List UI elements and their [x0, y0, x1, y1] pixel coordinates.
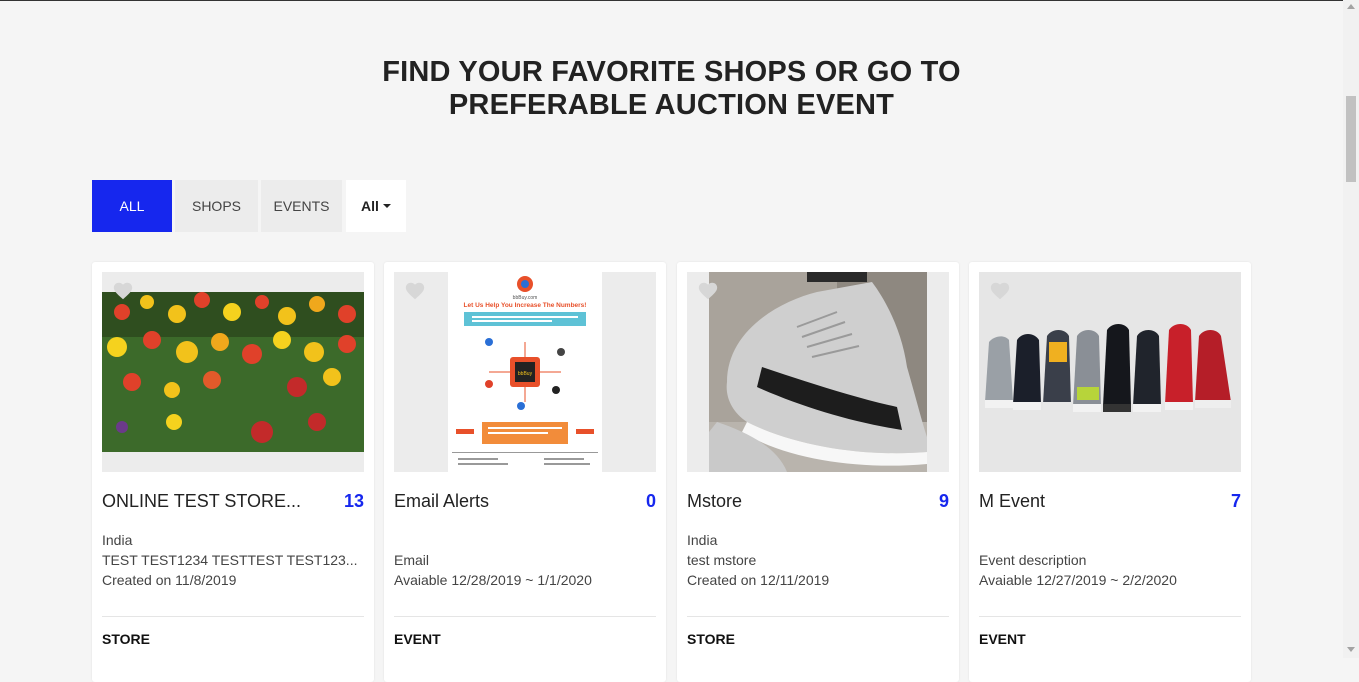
- scrollbar-thumb[interactable]: [1346, 96, 1356, 182]
- caret-down-icon: [382, 204, 391, 208]
- flyer-site: bbBuy.com: [513, 295, 538, 301]
- card-divider: [979, 616, 1241, 617]
- flyer-center: bbBuy: [518, 371, 533, 377]
- card-image[interactable]: [687, 272, 949, 472]
- scroll-down-arrow-icon[interactable]: [1347, 647, 1355, 652]
- card-image[interactable]: [102, 272, 364, 472]
- card-count: 13: [343, 491, 364, 511]
- card-type: EVENT: [979, 631, 1026, 647]
- card-count: 9: [938, 491, 949, 511]
- card-divider: [102, 616, 364, 617]
- card-meta-line-1: [394, 530, 592, 550]
- category-dropdown[interactable]: All: [346, 180, 406, 232]
- card-meta-line-2: TEST TEST1234 TESTTEST TEST123...: [102, 552, 358, 568]
- card-meta-line-2: Event description: [979, 552, 1087, 568]
- card-meta-line-1: India: [102, 532, 133, 548]
- card-divider: [394, 616, 656, 617]
- category-dropdown-value: All: [361, 198, 379, 214]
- card-meta-line-1: India: [687, 532, 718, 548]
- card-email-alerts[interactable]: bbBuy.com Let Us Help You Increase The N…: [384, 262, 666, 682]
- flyer-image: bbBuy.com Let Us Help You Increase The N…: [394, 272, 656, 472]
- vertical-scrollbar[interactable]: [1343, 0, 1359, 658]
- card-image[interactable]: [979, 272, 1241, 472]
- card-count: 7: [1230, 491, 1241, 511]
- page-title-line-2: PREFERABLE AUCTION EVENT: [448, 89, 895, 121]
- page-title-line-1: FIND YOUR FAVORITE SHOPS OR GO TO: [382, 56, 961, 88]
- card-meta: Email Avaiable 12/28/2019 ~ 1/1/2020: [394, 530, 592, 590]
- card-meta-line-3: Created on 11/8/2019: [102, 572, 237, 588]
- card-type: EVENT: [394, 631, 441, 647]
- heart-icon[interactable]: [697, 280, 719, 302]
- card-meta-line-2: test mstore: [687, 552, 757, 568]
- page: FIND YOUR FAVORITE SHOPS OR GO TO PREFER…: [0, 0, 1343, 682]
- card-m-event[interactable]: M Event 7 Event description Avaiable 12/…: [969, 262, 1251, 682]
- filter-shops-button[interactable]: SHOPS: [175, 180, 258, 232]
- page-title: FIND YOUR FAVORITE SHOPS OR GO TO PREFER…: [0, 56, 1343, 122]
- sneakers-row-image: [979, 272, 1241, 472]
- card-type: STORE: [687, 631, 735, 647]
- card-image[interactable]: bbBuy.com Let Us Help You Increase The N…: [394, 272, 656, 472]
- card-meta-line-2: Email: [394, 552, 430, 568]
- card-title[interactable]: Email Alerts: [394, 491, 614, 512]
- card-meta: India TEST TEST1234 TESTTEST TEST123... …: [102, 530, 357, 590]
- flyer-headline: Let Us Help You Increase The Numbers!: [464, 302, 587, 309]
- heart-icon[interactable]: [112, 280, 134, 302]
- filter-all-button[interactable]: ALL: [92, 180, 172, 232]
- card-online-test-store[interactable]: ONLINE TEST STORE... 13 India TEST TEST1…: [92, 262, 374, 682]
- card-title[interactable]: M Event: [979, 491, 1199, 512]
- flowers-image: [102, 272, 364, 472]
- scroll-up-arrow-icon[interactable]: [1347, 4, 1355, 9]
- card-mstore[interactable]: Mstore 9 India test mstore Created on 12…: [677, 262, 959, 682]
- filter-events-button[interactable]: EVENTS: [261, 180, 342, 232]
- card-meta: India test mstore Created on 12/11/2019: [687, 530, 829, 590]
- card-meta-line-3: Avaiable 12/28/2019 ~ 1/1/2020: [394, 572, 592, 588]
- card-meta: Event description Avaiable 12/27/2019 ~ …: [979, 530, 1177, 590]
- heart-icon[interactable]: [989, 280, 1011, 302]
- card-title[interactable]: ONLINE TEST STORE...: [102, 491, 322, 512]
- card-count: 0: [645, 491, 656, 511]
- card-meta-line-3: Created on 12/11/2019: [687, 572, 830, 588]
- sneaker-image: [687, 272, 949, 472]
- card-meta-line-1: [979, 530, 1177, 550]
- heart-icon[interactable]: [404, 280, 426, 302]
- filter-bar: ALL SHOPS EVENTS All: [92, 180, 409, 232]
- card-meta-line-3: Avaiable 12/27/2019 ~ 2/2/2020: [979, 572, 1177, 588]
- card-title[interactable]: Mstore: [687, 491, 907, 512]
- card-type: STORE: [102, 631, 150, 647]
- card-divider: [687, 616, 949, 617]
